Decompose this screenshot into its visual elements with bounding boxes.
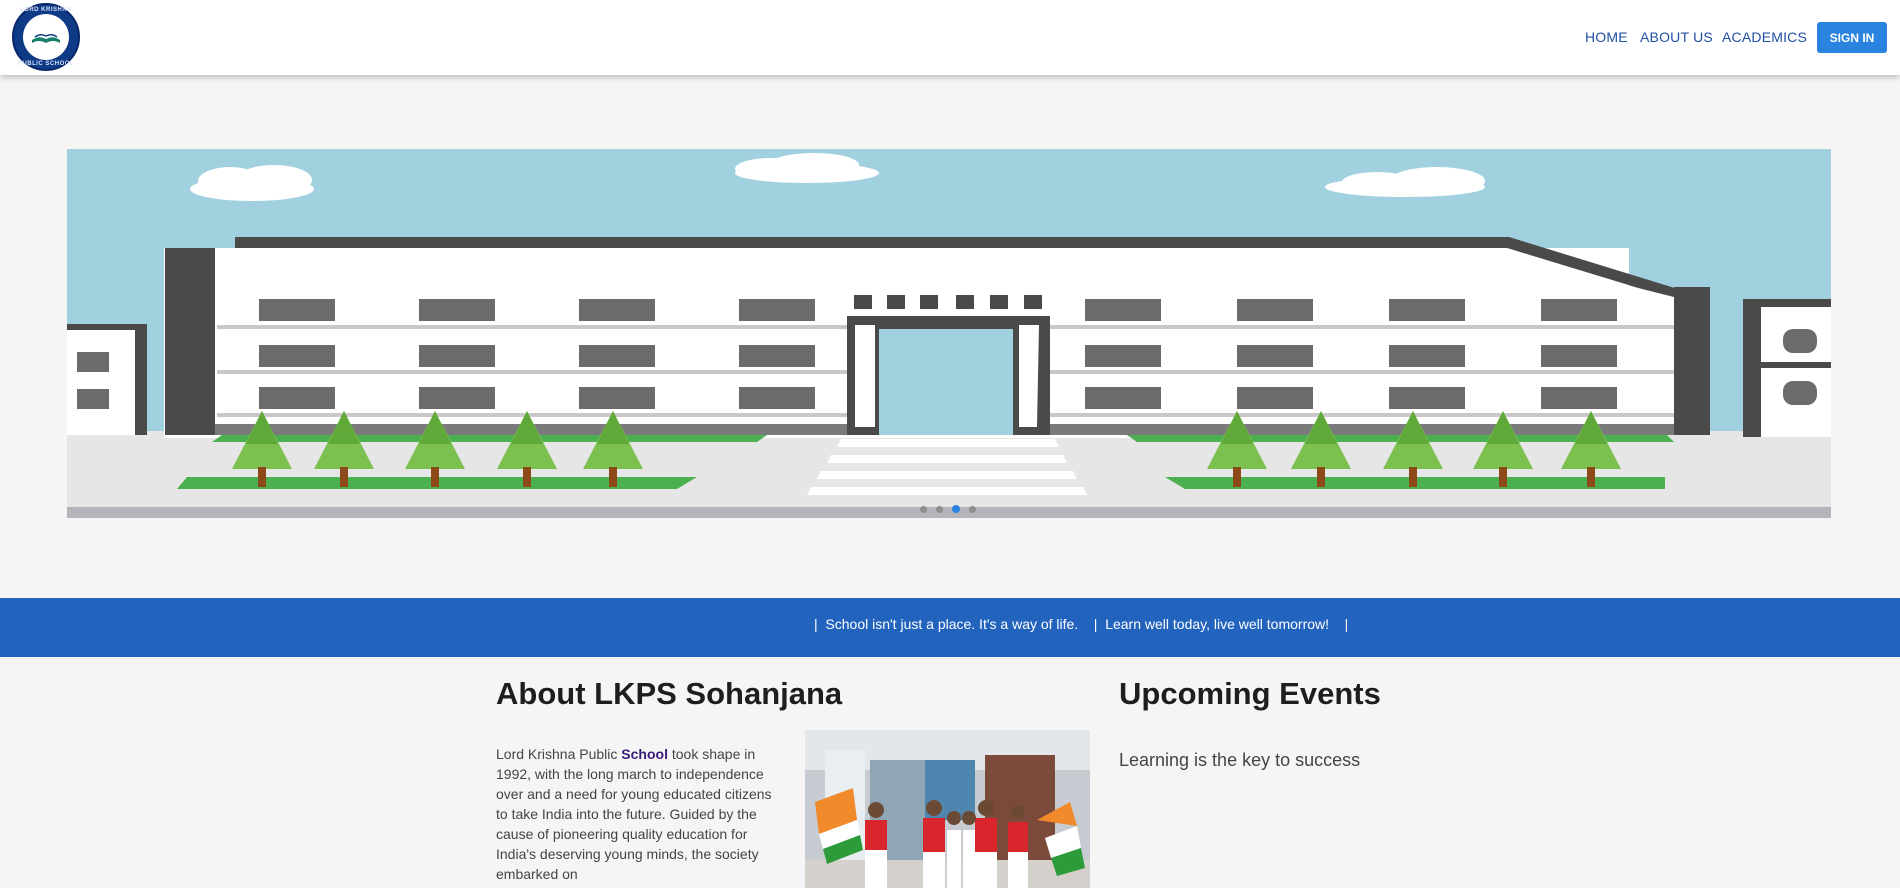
nav-home-link[interactable]: HOME [1585,27,1628,47]
carousel-dot-2[interactable] [936,505,943,513]
school-building-illustration [67,149,1831,518]
top-navbar: LORD KRISHNA PUBLIC SCHOOL HOME ABOUT US… [0,0,1900,75]
sign-in-button[interactable]: SIGN IN [1817,22,1887,53]
carousel-indicators [920,505,976,513]
about-text-bold: School [621,746,668,762]
carousel-dot-4[interactable] [969,505,976,513]
carousel-dot-1[interactable] [920,505,927,513]
logo-text-top: LORD KRISHNA [20,7,72,13]
about-text-part: took shape in 1992, with the long march … [496,746,772,882]
about-section-title: About LKPS Sohanjana [496,676,843,711]
about-section-text: Lord Krishna Public School took shape in… [496,744,786,884]
students-photo [805,730,1090,888]
nav-about-us-link[interactable]: ABOUT US [1640,27,1713,47]
events-section-title: Upcoming Events [1119,676,1381,711]
event-item: Learning is the key to success [1119,750,1361,770]
about-text-part: Lord Krishna Public [496,746,622,762]
carousel-dot-3[interactable] [952,505,960,513]
logo-text-bottom: PUBLIC SCHOOL [17,61,75,67]
motto-text: | School isn't just a place. It's a way … [814,616,1349,632]
school-logo[interactable]: LORD KRISHNA PUBLIC SCHOOL [12,3,80,71]
nav-academics-link[interactable]: ACADEMICS [1722,27,1807,47]
logo-emblem [23,14,69,60]
students-flag-photo [805,730,1090,888]
book-icon [32,33,60,43]
hero-carousel[interactable] [67,149,1831,518]
